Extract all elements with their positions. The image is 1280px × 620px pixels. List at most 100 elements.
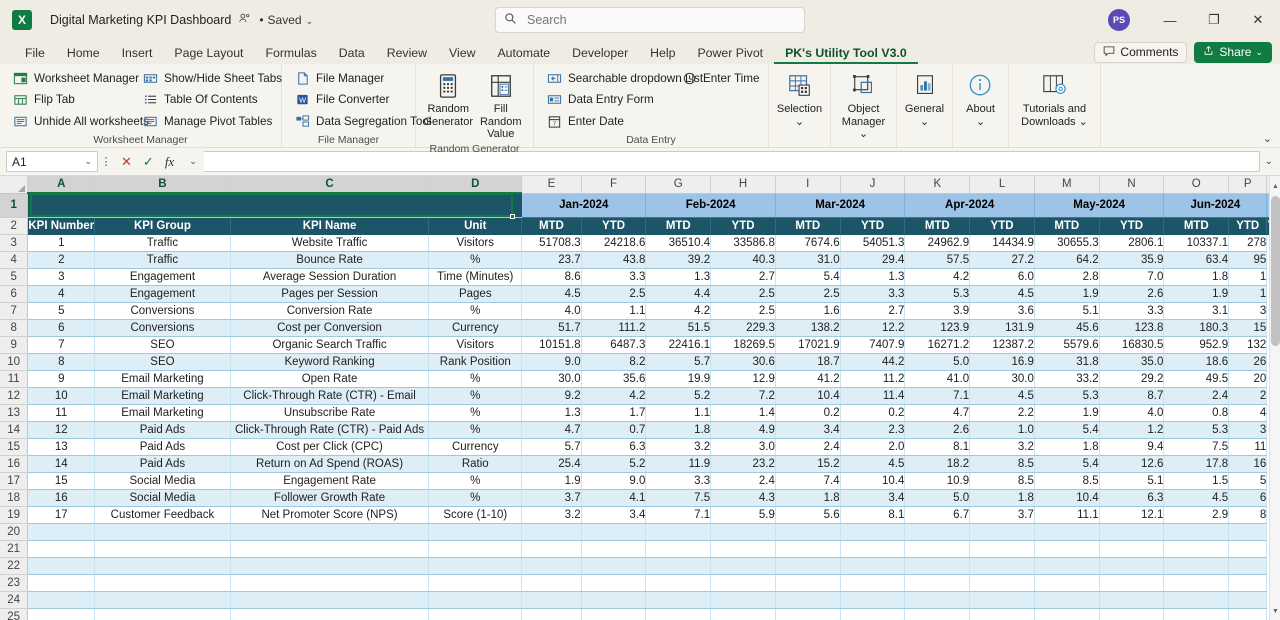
tab-power-pivot[interactable]: Power Pivot <box>686 42 774 64</box>
cell-value-1[interactable]: 23.7 <box>521 251 582 269</box>
cell-unit[interactable]: % <box>428 472 523 490</box>
cell-value-7[interactable]: 5.3 <box>904 285 971 303</box>
empty-cell[interactable] <box>775 557 841 575</box>
table-row[interactable]: 4 2 Traffic Bounce Rate% 23.7 43.8 39.2 40.3 31.… <box>0 251 1280 269</box>
column-header-h[interactable]: H <box>710 176 776 194</box>
cell-value-5[interactable]: 5.6 <box>775 506 841 524</box>
cell-value-10[interactable]: 5.1 <box>1099 472 1165 490</box>
tab-home[interactable]: Home <box>56 42 111 64</box>
sheet-table[interactable]: A B C D E F G H I J K L M N O P 1 Jan-2024 Feb-2024 Mar-202… <box>0 176 1280 620</box>
cell-value-7[interactable]: 5.0 <box>904 353 971 371</box>
enter-icon[interactable]: ✓ <box>143 154 154 170</box>
cell-value-6[interactable]: 12.2 <box>840 319 906 337</box>
empty-cell[interactable] <box>1099 540 1165 558</box>
cell-value-9[interactable]: 31.8 <box>1034 353 1100 371</box>
empty-cell[interactable] <box>645 523 712 541</box>
empty-cell[interactable] <box>521 591 582 609</box>
empty-cell[interactable] <box>645 591 712 609</box>
tab-pks-utility-tool[interactable]: PK's Utility Tool V3.0 <box>774 42 918 64</box>
empty-cell[interactable] <box>1034 608 1100 620</box>
empty-cell[interactable] <box>969 608 1035 620</box>
cell-unit[interactable]: % <box>428 251 523 269</box>
empty-cell[interactable] <box>645 608 712 620</box>
empty-cell[interactable] <box>840 557 906 575</box>
cell-value-3[interactable]: 1.1 <box>645 404 712 422</box>
enter-time-button[interactable]: Enter Time <box>681 69 760 89</box>
cell-value-7[interactable]: 3.9 <box>904 302 971 320</box>
cell-value-4[interactable]: 4.3 <box>710 489 776 507</box>
row-header-19[interactable]: 19 <box>0 506 29 524</box>
cell-value-6[interactable]: 7407.9 <box>840 336 906 354</box>
cell-value-1[interactable]: 25.4 <box>521 455 582 473</box>
cell-value-8[interactable]: 30.0 <box>969 370 1035 388</box>
cell-value-10[interactable]: 16830.5 <box>1099 336 1165 354</box>
title-banner-block[interactable] <box>27 193 523 218</box>
table-row[interactable]: 15 13 Paid Ads Cost per Click (CPC) Currency… <box>0 438 1280 456</box>
cell-kpi-name[interactable]: Organic Search Traffic <box>230 336 430 354</box>
month-header-mar-2024[interactable]: Mar-2024 <box>775 193 906 218</box>
select-all-corner[interactable] <box>0 176 29 194</box>
cell-value-10[interactable]: 1.2 <box>1099 421 1165 439</box>
cell-value-3[interactable]: 36510.4 <box>645 234 712 252</box>
cell-value-10[interactable]: 8.7 <box>1099 387 1165 405</box>
cell-value-4[interactable]: 12.9 <box>710 370 776 388</box>
empty-row[interactable]: 22 <box>0 557 1280 575</box>
cell-value-6[interactable]: 2.3 <box>840 421 906 439</box>
cell-value-6[interactable]: 3.3 <box>840 285 906 303</box>
empty-cell[interactable] <box>94 557 231 575</box>
month-header-feb-2024[interactable]: Feb-2024 <box>645 193 776 218</box>
cell-unit[interactable]: Rank Position <box>428 353 523 371</box>
empty-cell[interactable] <box>904 540 971 558</box>
column-title-unit[interactable]: Unit <box>428 217 523 235</box>
empty-cell[interactable] <box>428 591 523 609</box>
cell-value-10[interactable]: 3.3 <box>1099 302 1165 320</box>
cancel-icon[interactable]: ✕ <box>121 154 132 170</box>
empty-cell[interactable] <box>969 540 1035 558</box>
cell-value-5[interactable]: 18.7 <box>775 353 841 371</box>
month-header-jun-2024[interactable]: Jun-2024 <box>1163 193 1268 218</box>
column-header-a[interactable]: A <box>27 176 96 194</box>
row-header-23[interactable]: 23 <box>0 574 29 592</box>
cell-value-2[interactable]: 5.2 <box>581 455 647 473</box>
cell-unit[interactable]: % <box>428 421 523 439</box>
cell-value-1[interactable]: 51708.3 <box>521 234 582 252</box>
cell-kpi-number[interactable]: 7 <box>27 336 96 354</box>
cell-value-3[interactable]: 5.7 <box>645 353 712 371</box>
cell-kpi-group[interactable]: SEO <box>94 353 231 371</box>
cell-value-12[interactable]: 1 <box>1228 285 1268 303</box>
table-of-contents-button[interactable]: Table Of Contents <box>142 90 280 110</box>
cell-value-6[interactable]: 10.4 <box>840 472 906 490</box>
tab-automate[interactable]: Automate <box>486 42 561 64</box>
random-generator-button[interactable]: Random Generator <box>422 68 475 141</box>
column-header-d[interactable]: D <box>428 176 523 194</box>
empty-cell[interactable] <box>1099 608 1165 620</box>
empty-cell[interactable] <box>1163 591 1230 609</box>
manage-pivot-tables-button[interactable]: Manage Pivot Tables <box>142 111 280 131</box>
cell-value-8[interactable]: 12387.2 <box>969 336 1035 354</box>
column-header-b[interactable]: B <box>94 176 231 194</box>
empty-cell[interactable] <box>581 608 647 620</box>
row-header-7[interactable]: 7 <box>0 302 29 320</box>
empty-cell[interactable] <box>775 523 841 541</box>
row-header-6[interactable]: 6 <box>0 285 29 303</box>
cell-value-7[interactable]: 10.9 <box>904 472 971 490</box>
month-header-jan-2024[interactable]: Jan-2024 <box>521 193 647 218</box>
cell-kpi-group[interactable]: Email Marketing <box>94 404 231 422</box>
empty-cell[interactable] <box>27 608 96 620</box>
cell-value-5[interactable]: 41.2 <box>775 370 841 388</box>
cell-value-2[interactable]: 3.4 <box>581 506 647 524</box>
empty-cell[interactable] <box>710 540 776 558</box>
cell-value-11[interactable]: 180.3 <box>1163 319 1230 337</box>
cell-value-10[interactable]: 2.6 <box>1099 285 1165 303</box>
cell-kpi-name[interactable]: Open Rate <box>230 370 430 388</box>
cell-value-12[interactable]: 15 <box>1228 319 1268 337</box>
cell-value-6[interactable]: 29.4 <box>840 251 906 269</box>
empty-cell[interactable] <box>428 540 523 558</box>
cell-kpi-group[interactable]: Email Marketing <box>94 387 231 405</box>
cell-kpi-group[interactable]: Social Media <box>94 472 231 490</box>
empty-row[interactable]: 25 <box>0 608 1280 620</box>
cell-value-1[interactable]: 4.5 <box>521 285 582 303</box>
table-row[interactable]: 8 6 Conversions Cost per Conversion Currency… <box>0 319 1280 337</box>
cell-kpi-name[interactable]: Website Traffic <box>230 234 430 252</box>
table-row[interactable]: 19 17 Customer Feedback Net Promoter Score … <box>0 506 1280 524</box>
